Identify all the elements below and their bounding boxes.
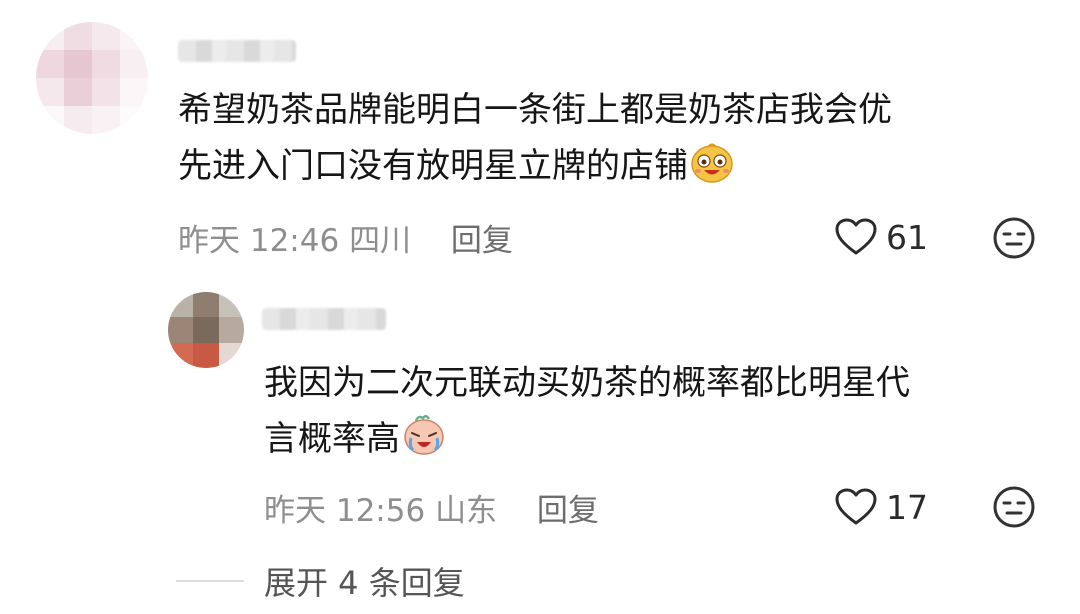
avatar-pixel: [64, 106, 92, 134]
divider: [176, 580, 244, 582]
crying-face-emoji: [402, 412, 446, 473]
avatar-pixel: [193, 342, 219, 368]
avatar-pixel: [218, 342, 244, 368]
avatar-pixel: [193, 317, 219, 343]
like-button[interactable]: 17: [834, 487, 928, 527]
reply-button[interactable]: 回复: [537, 493, 599, 529]
comment-text-line: 言概率高: [264, 419, 400, 459]
avatar-pixel: [218, 317, 244, 343]
avatar-pixel: [218, 292, 244, 318]
comment-text-line: 我因为二次元联动买奶茶的概率都比明星代: [264, 363, 910, 403]
like-count: 17: [886, 487, 928, 527]
avatar-pixel: [64, 50, 92, 78]
expand-replies-button[interactable]: 展开 4 条回复: [176, 558, 465, 604]
avatar-pixel: [36, 106, 64, 134]
avatar-pixel: [120, 106, 148, 134]
avatar[interactable]: [36, 22, 148, 134]
avatar-pixel: [36, 50, 64, 78]
avatar-pixel: [36, 78, 64, 106]
avatar-pixel: [193, 292, 219, 318]
dislike-button[interactable]: [991, 215, 1037, 265]
avatar-pixel: [92, 106, 120, 134]
comment-time: 昨天 12:56: [264, 493, 426, 529]
reply-button[interactable]: 回复: [451, 223, 513, 259]
comment-location: 山东: [435, 493, 498, 529]
username-blurred[interactable]: [262, 308, 386, 330]
avatar-pixel: [168, 317, 194, 343]
expand-replies-label[interactable]: 展开 4 条回复: [264, 558, 465, 604]
comment-text-line: 希望奶茶品牌能明白一条街上都是奶茶店我会优: [178, 90, 892, 130]
avatar-pixel: [64, 22, 92, 50]
avatar-pixel: [168, 292, 194, 318]
laughing-face-emoji: [690, 141, 734, 200]
avatar-pixel: [92, 50, 120, 78]
avatar-pixel: [64, 78, 92, 106]
comment-text: 我因为二次元联动买奶茶的概率都比明星代 言概率高: [264, 355, 910, 473]
avatar-pixel: [168, 342, 194, 368]
comment-meta: 昨天 12:46 四川 回复: [178, 215, 513, 260]
comment-text: 希望奶茶品牌能明白一条街上都是奶茶店我会优 先进入门口没有放明星立牌的店铺: [178, 82, 892, 200]
like-button[interactable]: 61: [834, 217, 928, 257]
avatar-pixel: [120, 78, 148, 106]
username-blurred[interactable]: [178, 40, 296, 62]
dislike-button[interactable]: [991, 484, 1037, 534]
comment-text-line: 先进入门口没有放明星立牌的店铺: [178, 146, 688, 186]
heart-outline-icon[interactable]: [834, 487, 878, 527]
avatar-pixel: [92, 78, 120, 106]
avatar-pixel: [92, 22, 120, 50]
expressionless-face-icon[interactable]: [991, 484, 1037, 534]
avatar-pixel: [120, 50, 148, 78]
avatar-pixel: [120, 22, 148, 50]
heart-outline-icon[interactable]: [834, 217, 878, 257]
expressionless-face-icon[interactable]: [991, 215, 1037, 265]
comment-location: 四川: [349, 223, 412, 259]
like-count: 61: [886, 217, 928, 257]
comment-meta: 昨天 12:56 山东 回复: [264, 485, 599, 530]
avatar[interactable]: [168, 292, 244, 368]
avatar-pixel: [36, 22, 64, 50]
comment-time: 昨天 12:46: [178, 223, 340, 259]
